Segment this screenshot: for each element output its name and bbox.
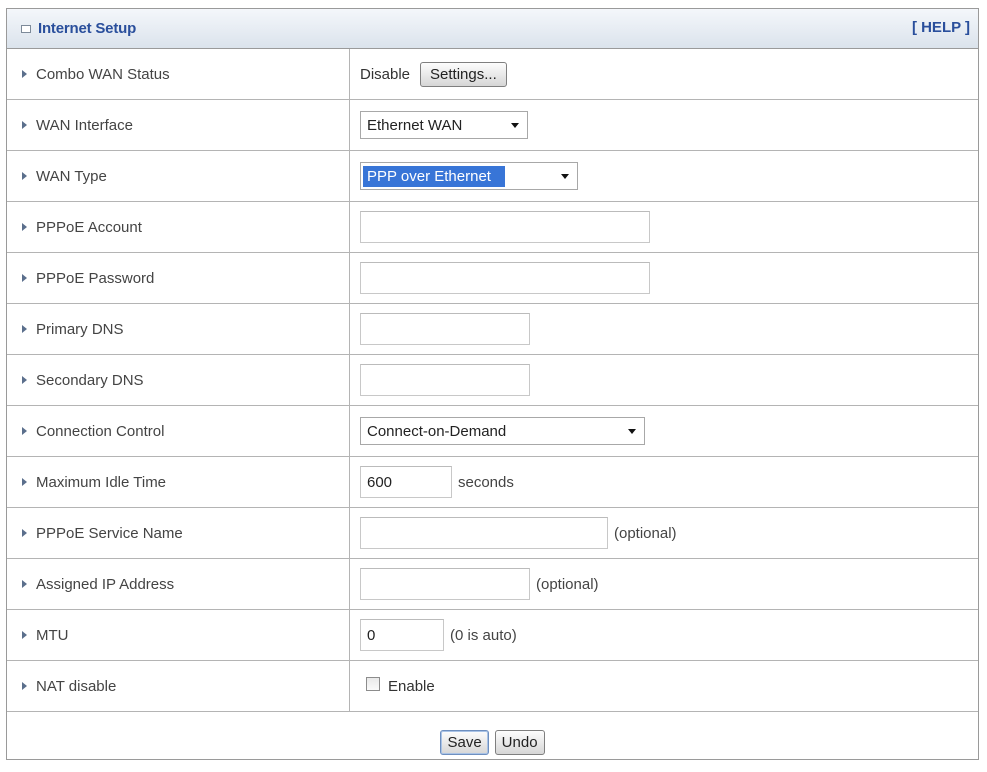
row-label: PPPoE Service Name: [36, 524, 183, 542]
bullet-arrow-icon: [22, 426, 27, 435]
optional-note: (optional): [536, 575, 599, 593]
value-cell: Ethernet WAN: [349, 99, 978, 151]
row-pppoe-password: PPPoE Password: [7, 252, 978, 304]
value-cell: [349, 354, 978, 406]
label-cell: MTU: [7, 609, 350, 661]
row-wan-interface: WAN Interface Ethernet WAN: [7, 99, 978, 151]
chevron-down-icon: [561, 173, 569, 179]
label-cell: Primary DNS: [7, 303, 350, 355]
max-idle-time-input[interactable]: [360, 466, 452, 498]
value-cell: [349, 252, 978, 304]
value-cell: Enable: [349, 660, 978, 712]
row-label: Secondary DNS: [36, 371, 144, 389]
value-cell: seconds: [349, 456, 978, 508]
row-label: NAT disable: [36, 677, 117, 695]
value-cell: Disable Settings...: [349, 49, 978, 100]
bullet-arrow-icon: [22, 681, 27, 690]
wan-type-select[interactable]: PPP over Ethernet: [360, 162, 578, 190]
row-secondary-dns: Secondary DNS: [7, 354, 978, 406]
row-label: PPPoE Account: [36, 218, 142, 236]
panel-header: Internet Setup [ HELP ]: [7, 9, 978, 49]
page-title: Internet Setup: [38, 20, 137, 37]
label-cell: WAN Interface: [7, 99, 350, 151]
row-maximum-idle-time: Maximum Idle Time seconds: [7, 456, 978, 508]
value-cell: [349, 201, 978, 253]
label-cell: Combo WAN Status: [7, 49, 350, 100]
label-cell: NAT disable: [7, 660, 350, 712]
row-primary-dns: Primary DNS: [7, 303, 978, 355]
value-cell: Connect-on-Demand: [349, 405, 978, 457]
mtu-input[interactable]: [360, 619, 444, 651]
chevron-down-icon: [511, 122, 519, 128]
row-label: Connection Control: [36, 422, 165, 440]
label-cell: Connection Control: [7, 405, 350, 457]
chevron-down-icon: [628, 428, 636, 434]
bullet-arrow-icon: [22, 120, 27, 129]
bullet-arrow-icon: [22, 273, 27, 282]
value-cell: (optional): [349, 558, 978, 610]
window-icon: [21, 24, 31, 33]
wan-interface-select[interactable]: Ethernet WAN: [360, 111, 528, 139]
nat-enable-checkbox[interactable]: [366, 677, 380, 692]
label-cell: PPPoE Password: [7, 252, 350, 304]
assigned-ip-input[interactable]: [360, 568, 530, 600]
row-label: Assigned IP Address: [36, 575, 175, 593]
pppoe-account-input[interactable]: [360, 211, 650, 243]
row-mtu: MTU (0 is auto): [7, 609, 978, 661]
optional-note: (optional): [614, 524, 677, 542]
label-cell: Assigned IP Address: [7, 558, 350, 610]
row-nat-disable: NAT disable Enable: [7, 660, 978, 712]
bullet-arrow-icon: [22, 69, 27, 78]
selected-option: Ethernet WAN: [367, 116, 463, 134]
help-link[interactable]: [ HELP ]: [912, 19, 970, 36]
checkbox-label: Enable: [388, 677, 435, 695]
row-label: WAN Interface: [36, 116, 133, 134]
row-label: Maximum Idle Time: [36, 473, 167, 491]
row-wan-type: WAN Type PPP over Ethernet: [7, 150, 978, 202]
row-label: MTU: [36, 626, 69, 644]
settings-table: Combo WAN Status Disable Settings... WAN …: [7, 49, 978, 712]
value-cell: (0 is auto): [349, 609, 978, 661]
row-label: WAN Type: [36, 167, 107, 185]
bullet-arrow-icon: [22, 579, 27, 588]
row-combo-wan-status: Combo WAN Status Disable Settings...: [7, 49, 978, 100]
label-cell: PPPoE Service Name: [7, 507, 350, 559]
unit-label: seconds: [458, 473, 514, 491]
label-cell: Maximum Idle Time: [7, 456, 350, 508]
pppoe-password-input[interactable]: [360, 262, 650, 294]
bullet-arrow-icon: [22, 477, 27, 486]
row-pppoe-service-name: PPPoE Service Name (optional): [7, 507, 978, 559]
settings-button[interactable]: Settings...: [420, 61, 507, 87]
bullet-arrow-icon: [22, 222, 27, 231]
label-cell: PPPoE Account: [7, 201, 350, 253]
selected-option: Connect-on-Demand: [367, 422, 507, 440]
selected-option: PPP over Ethernet: [363, 165, 505, 187]
row-assigned-ip-address: Assigned IP Address (optional): [7, 558, 978, 610]
save-button[interactable]: Save: [440, 729, 489, 755]
row-label: Combo WAN Status: [36, 65, 170, 83]
secondary-dns-input[interactable]: [360, 364, 530, 396]
bullet-arrow-icon: [22, 528, 27, 537]
undo-button[interactable]: Undo: [494, 729, 545, 755]
label-cell: WAN Type: [7, 150, 350, 202]
bullet-arrow-icon: [22, 324, 27, 333]
row-pppoe-account: PPPoE Account: [7, 201, 978, 253]
bullet-arrow-icon: [22, 375, 27, 384]
value-cell: [349, 303, 978, 355]
row-label: Primary DNS: [36, 320, 124, 338]
connection-control-select[interactable]: Connect-on-Demand: [360, 417, 645, 445]
internet-setup-panel: Internet Setup [ HELP ] Combo WAN Status…: [6, 8, 979, 760]
row-connection-control: Connection Control Connect-on-Demand: [7, 405, 978, 457]
mtu-note: (0 is auto): [450, 626, 517, 644]
combo-wan-status-value: Disable: [360, 66, 411, 84]
primary-dns-input[interactable]: [360, 313, 530, 345]
row-label: PPPoE Password: [36, 269, 155, 287]
bullet-arrow-icon: [22, 630, 27, 639]
value-cell: (optional): [349, 507, 978, 559]
bullet-arrow-icon: [22, 171, 27, 180]
value-cell: PPP over Ethernet: [349, 150, 978, 202]
label-cell: Secondary DNS: [7, 354, 350, 406]
service-name-input[interactable]: [360, 517, 608, 549]
form-footer: Save Undo: [7, 712, 978, 772]
